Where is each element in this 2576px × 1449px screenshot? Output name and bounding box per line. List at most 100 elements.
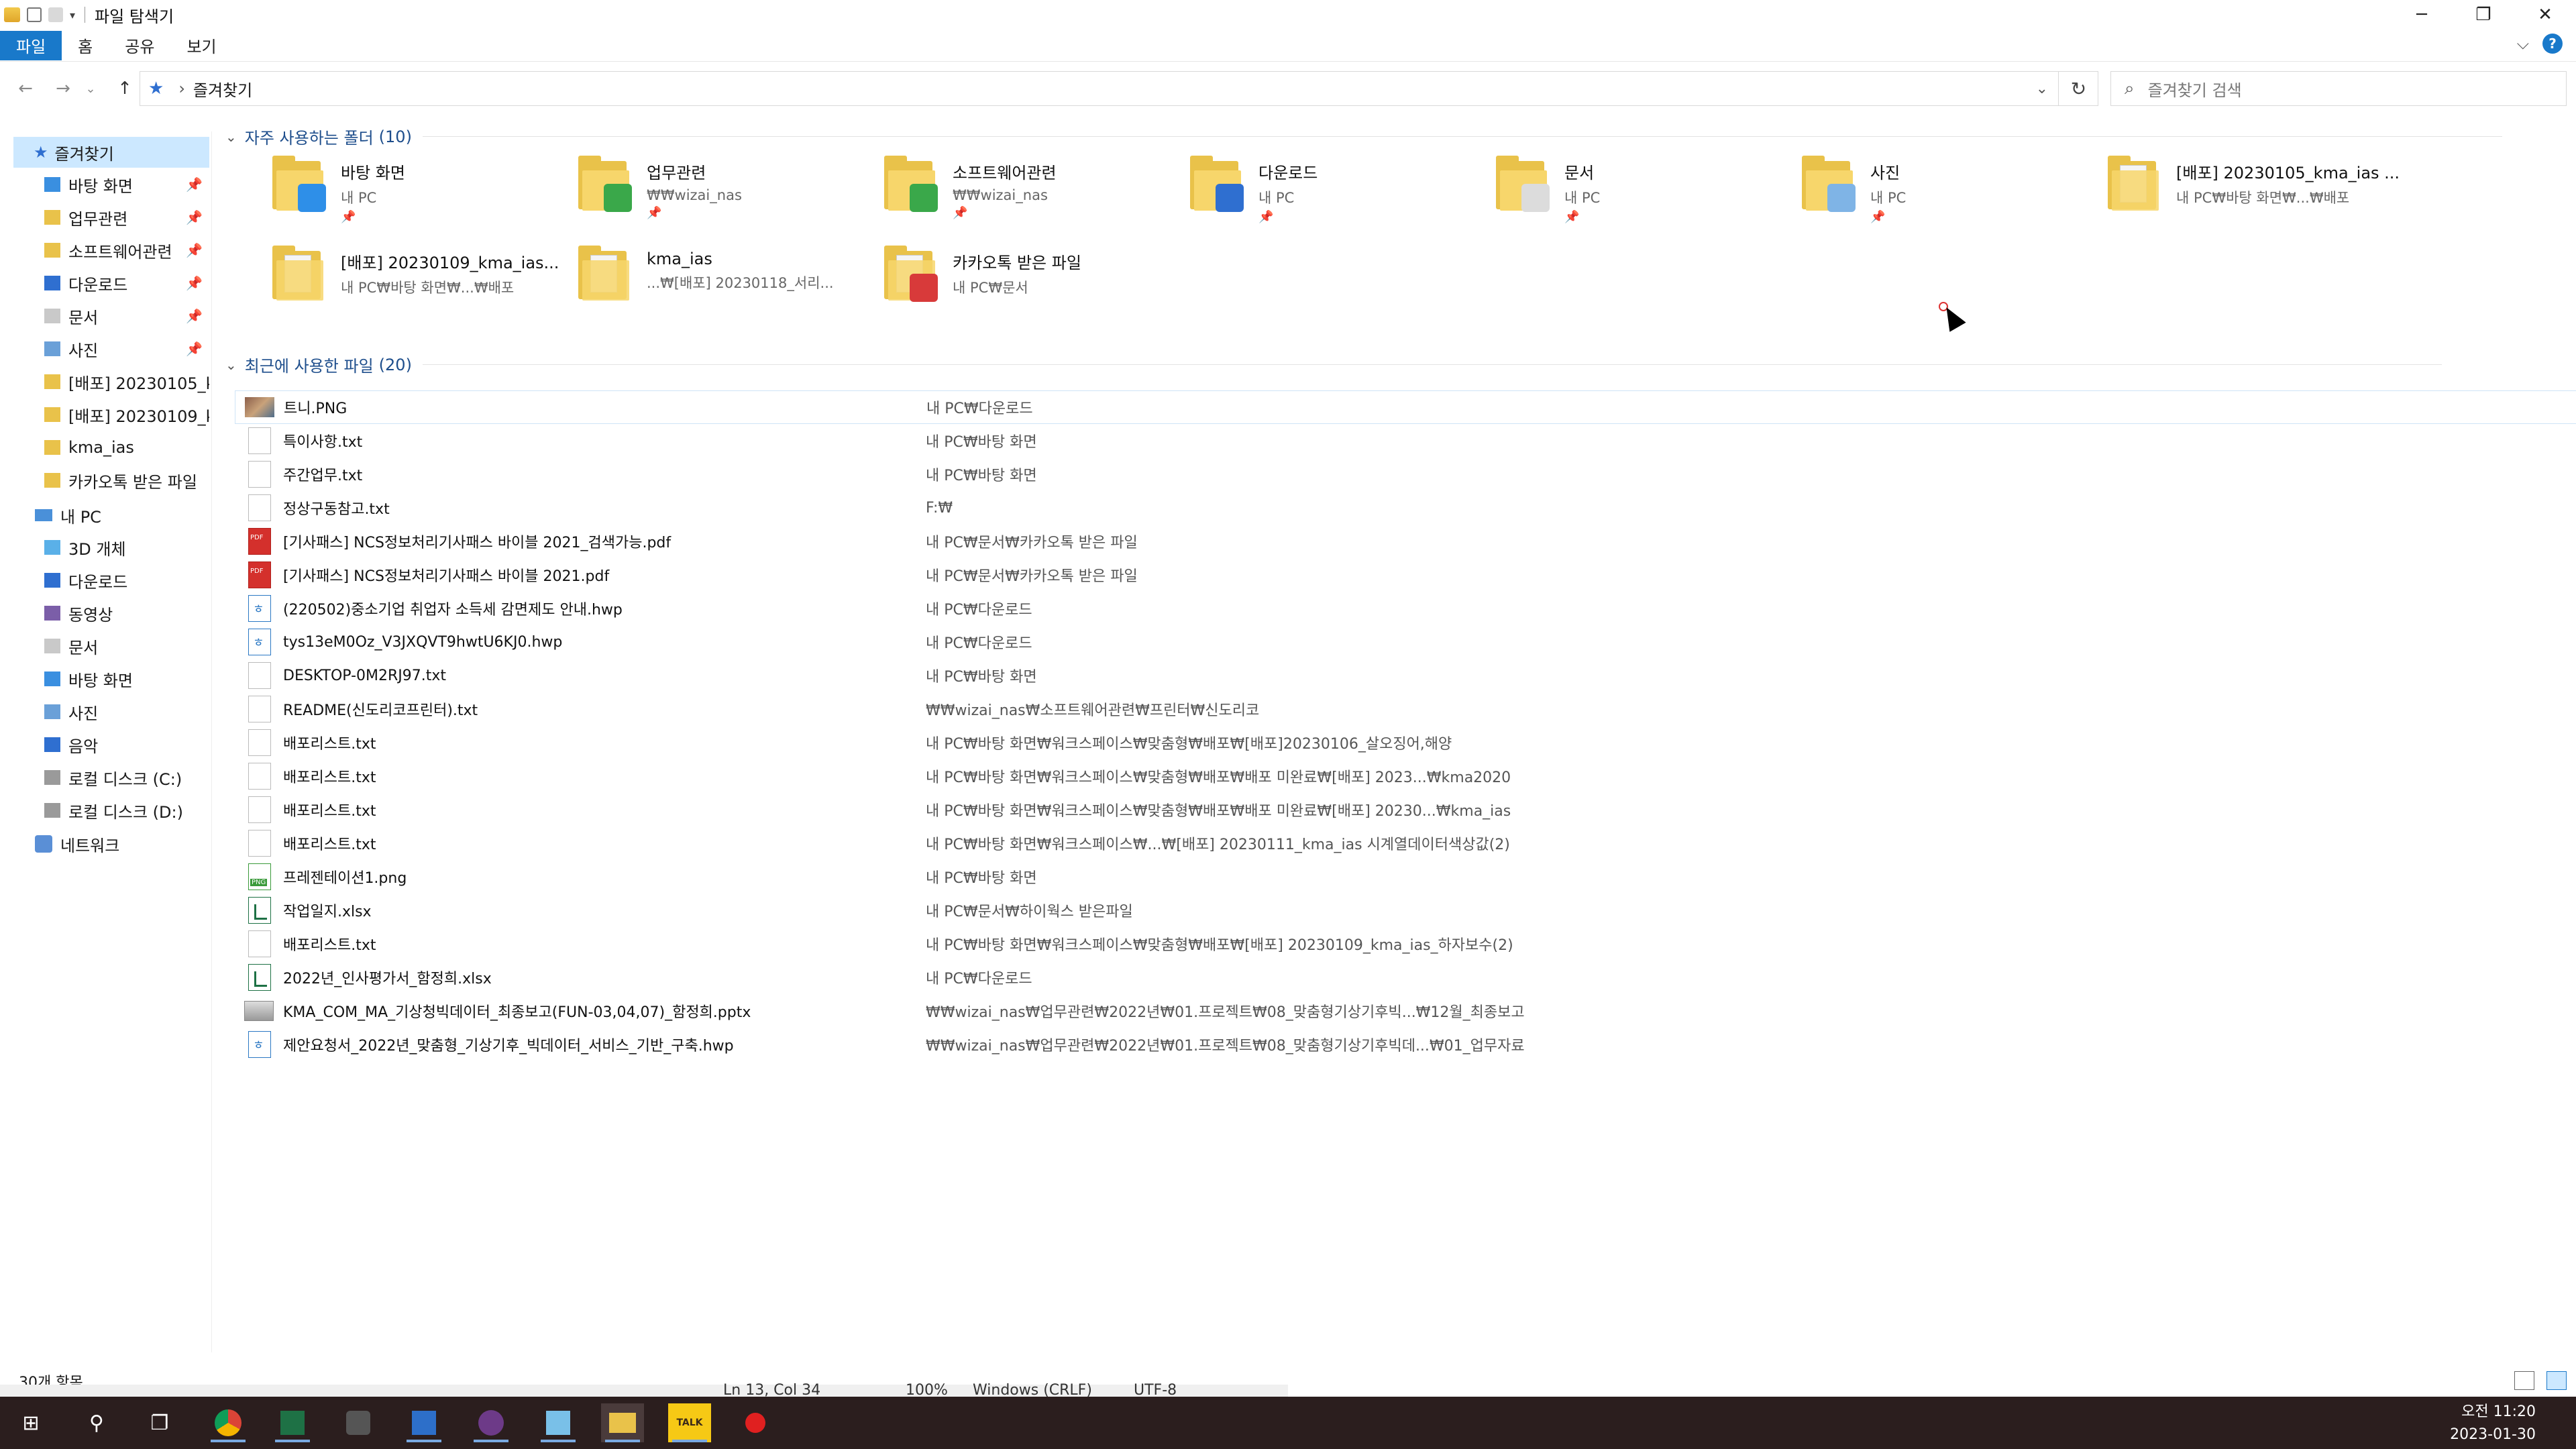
folder-tile[interactable]: [배포] 20230109_kma_ias... 내 PC₩바탕 화면₩...₩… [263, 246, 565, 326]
recent-file-row[interactable]: DESKTOP-0M2RJ97.txt 내 PC₩바탕 화면 [235, 659, 2576, 692]
recent-file-row[interactable]: tys13eM0Oz_V3JXQVT9hwtU6KJ0.hwp 내 PC₩다운로… [235, 625, 2576, 659]
folder-tile[interactable]: 소프트웨어관련 ₩₩wizai_nas 📌 [875, 156, 1177, 236]
search-input[interactable]: ⌕ 즐겨찾기 검색 [2110, 71, 2567, 106]
tab-view[interactable]: 보기 [170, 32, 232, 60]
customize-qat-chevron-icon[interactable]: ▾ [70, 9, 75, 21]
sidebar-item-quick-3[interactable]: 다운로드 📌 [13, 268, 209, 299]
tab-file[interactable]: 파일 [0, 30, 62, 60]
close-button[interactable]: ✕ [2514, 0, 2576, 30]
forward-button[interactable]: → [46, 71, 80, 106]
folder-tile[interactable]: kma_ias ...₩[배포] 20230118_서리... [569, 246, 871, 326]
app-icon-3[interactable] [337, 1403, 380, 1442]
file-name: 작업일지.xlsx [283, 904, 372, 920]
recent-file-row[interactable]: 배포리스트.txt 내 PC₩바탕 화면₩워크스페이스₩맞춤형₩배포₩배포 미완… [235, 759, 2576, 793]
file-explorer-taskbar-icon[interactable] [601, 1403, 644, 1442]
png-file-icon [248, 863, 271, 890]
sidebar-item-this-pc[interactable]: 내 PC [13, 500, 209, 531]
recent-file-row[interactable]: 정상구동참고.txt F:₩ [235, 491, 2576, 525]
recorder-icon[interactable] [734, 1403, 777, 1442]
tab-home[interactable]: 홈 [62, 32, 109, 60]
search-placeholder: 즐겨찾기 검색 [2147, 80, 2242, 100]
back-button[interactable]: ← [8, 71, 43, 106]
recent-locations-chevron-icon[interactable]: ⌄ [80, 71, 101, 106]
tab-share[interactable]: 공유 [109, 32, 170, 60]
kakaotalk-icon[interactable]: TALK [668, 1403, 711, 1442]
recent-file-row[interactable]: 배포리스트.txt 내 PC₩바탕 화면₩워크스페이스₩맞춤형₩배포₩[배포] … [235, 927, 2576, 961]
sidebar-item-pc-8[interactable]: 로컬 디스크 (D:) [13, 795, 209, 826]
clock-date: 2023-01-30 [2450, 1426, 2536, 1443]
sidebar-item-quick-0[interactable]: 바탕 화면 📌 [13, 169, 209, 200]
collapse-chevron-icon[interactable]: ⌄ [225, 357, 237, 373]
recent-files-header[interactable]: ⌄ 최근에 사용한 파일 (20) [221, 353, 2442, 376]
file-path: ₩₩wizai_nas₩소프트웨어관련₩프린터₩신도리코 [926, 702, 1260, 719]
pictures-icon [44, 704, 60, 719]
sidebar-item-quick-4[interactable]: 문서 📌 [13, 301, 209, 331]
start-windows-icon[interactable]: ⊞ [9, 1403, 52, 1442]
collapse-chevron-icon[interactable]: ⌄ [225, 129, 237, 145]
sidebar-item-quick-8[interactable]: kma_ias [13, 432, 209, 463]
folder-tile[interactable]: 사진 내 PC 📌 [1792, 156, 2094, 236]
recent-file-row[interactable]: 제안요청서_2022년_맞춤형_기상기후_빅데이터_서비스_기반_구축.hwp … [235, 1028, 2576, 1061]
app-icon-6[interactable] [537, 1403, 580, 1442]
recent-file-row[interactable]: 주간업무.txt 내 PC₩바탕 화면 [235, 458, 2576, 491]
address-bar[interactable]: ★ › 즐겨찾기 ⌄ [140, 71, 2098, 106]
app-icon-5[interactable] [470, 1403, 513, 1442]
large-icons-view-icon[interactable] [2546, 1371, 2567, 1390]
task-view-icon[interactable]: ❐ [138, 1403, 181, 1442]
excel-app-icon[interactable] [271, 1403, 314, 1442]
expand-ribbon-chevron-icon[interactable]: ⌵ [2517, 34, 2529, 53]
properties-icon[interactable] [27, 7, 42, 22]
address-dropdown-chevron-icon[interactable]: ⌄ [2036, 80, 2048, 97]
recent-file-row[interactable]: 프레젠테이션1.png 내 PC₩바탕 화면 [235, 860, 2576, 894]
sidebar-item-quick-2[interactable]: 소프트웨어관련 📌 [13, 235, 209, 266]
folder-tile[interactable]: 업무관련 ₩₩wizai_nas 📌 [569, 156, 871, 236]
taskbar-search-icon[interactable]: ⚲ [75, 1403, 118, 1442]
sidebar-item-pc-7[interactable]: 로컬 디스크 (C:) [13, 762, 209, 793]
recent-file-row[interactable]: 배포리스트.txt 내 PC₩바탕 화면₩워크스페이스₩맞춤형₩배포₩배포 미완… [235, 793, 2576, 826]
folder-tile[interactable]: 바탕 화면 내 PC 📌 [263, 156, 565, 236]
sidebar-item-pc-0[interactable]: 3D 개체 [13, 532, 209, 563]
sidebar-item-quick-access[interactable]: ★ 즐겨찾기 [13, 137, 209, 168]
help-icon[interactable]: ? [2542, 34, 2563, 54]
breadcrumb-quick-access[interactable]: 즐겨찾기 [193, 77, 252, 101]
minimize-button[interactable]: ─ [2391, 0, 2453, 30]
sidebar-item-quick-6[interactable]: [배포] 20230105_km [13, 366, 209, 397]
up-button[interactable]: ↑ [107, 71, 142, 106]
recent-file-row[interactable]: 트니.PNG 내 PC₩다운로드 [235, 390, 2576, 424]
system-clock[interactable]: 오전 11:20 2023-01-30 [2450, 1401, 2536, 1446]
sidebar-item-pc-5[interactable]: 사진 [13, 696, 209, 727]
sidebar-item-quick-7[interactable]: [배포] 20230109_km [13, 399, 209, 430]
recent-file-row[interactable]: 배포리스트.txt 내 PC₩바탕 화면₩워크스페이스₩맞춤형₩배포₩[배포]2… [235, 726, 2576, 759]
recent-file-row[interactable]: KMA_COM_MA_기상청빅데이터_최종보고(FUN-03,04,07)_함정… [235, 994, 2576, 1028]
refresh-button[interactable]: ↻ [2058, 71, 2098, 106]
recent-file-row[interactable]: [기사패스] NCS정보처리기사패스 바이블 2021.pdf 내 PC₩문서₩… [235, 558, 2576, 592]
outlook-icon[interactable] [402, 1403, 445, 1442]
recent-file-row[interactable]: 2022년_인사평가서_함정희.xlsx 내 PC₩다운로드 [235, 961, 2576, 994]
recent-file-row[interactable]: [기사패스] NCS정보처리기사패스 바이블 2021_검색가능.pdf 내 P… [235, 525, 2576, 558]
sidebar-item-pc-6[interactable]: 음악 [13, 729, 209, 760]
sidebar-item-quick-9[interactable]: 카카오톡 받은 파일 [13, 465, 209, 496]
sidebar-item-quick-5[interactable]: 사진 📌 [13, 333, 209, 364]
recent-file-row[interactable]: README(신도리코프린터).txt ₩₩wizai_nas₩소프트웨어관련₩… [235, 692, 2576, 726]
folder-tile[interactable]: 문서 내 PC 📌 [1487, 156, 1788, 236]
sidebar-item-pc-1[interactable]: 다운로드 [13, 565, 209, 596]
sidebar-item-pc-3[interactable]: 문서 [13, 631, 209, 661]
details-view-icon[interactable] [2514, 1371, 2534, 1390]
recent-file-row[interactable]: (220502)중소기업 취업자 소득세 감면제도 안내.hwp 내 PC₩다운… [235, 592, 2576, 625]
recent-file-row[interactable]: 작업일지.xlsx 내 PC₩문서₩하이웍스 받은파일 [235, 894, 2576, 927]
sidebar-item-quick-1[interactable]: 업무관련 📌 [13, 202, 209, 233]
folder-tile[interactable]: 카카오톡 받은 파일 내 PC₩문서 [875, 246, 1177, 326]
recent-file-row[interactable]: 배포리스트.txt 내 PC₩바탕 화면₩워크스페이스₩...₩[배포] 202… [235, 826, 2576, 860]
chrome-icon[interactable] [207, 1403, 250, 1442]
recent-file-row[interactable]: 특이사항.txt 내 PC₩바탕 화면 [235, 424, 2576, 458]
sidebar-item-pc-2[interactable]: 동영상 [13, 598, 209, 629]
folder-tile[interactable]: [배포] 20230105_kma_ias ... 내 PC₩바탕 화면₩...… [2098, 156, 2400, 236]
sidebar-item-network[interactable]: 네트워크 [13, 828, 209, 859]
folder-tile[interactable]: 다운로드 내 PC 📌 [1181, 156, 1483, 236]
folder-name: 바탕 화면 [341, 164, 405, 182]
restore-button[interactable]: ❐ [2453, 0, 2514, 30]
pdf-file-icon [248, 528, 271, 555]
sidebar-item-pc-4[interactable]: 바탕 화면 [13, 663, 209, 694]
frequent-folders-header[interactable]: ⌄ 자주 사용하는 폴더 (10) [221, 125, 2502, 148]
new-folder-icon[interactable] [48, 7, 63, 22]
